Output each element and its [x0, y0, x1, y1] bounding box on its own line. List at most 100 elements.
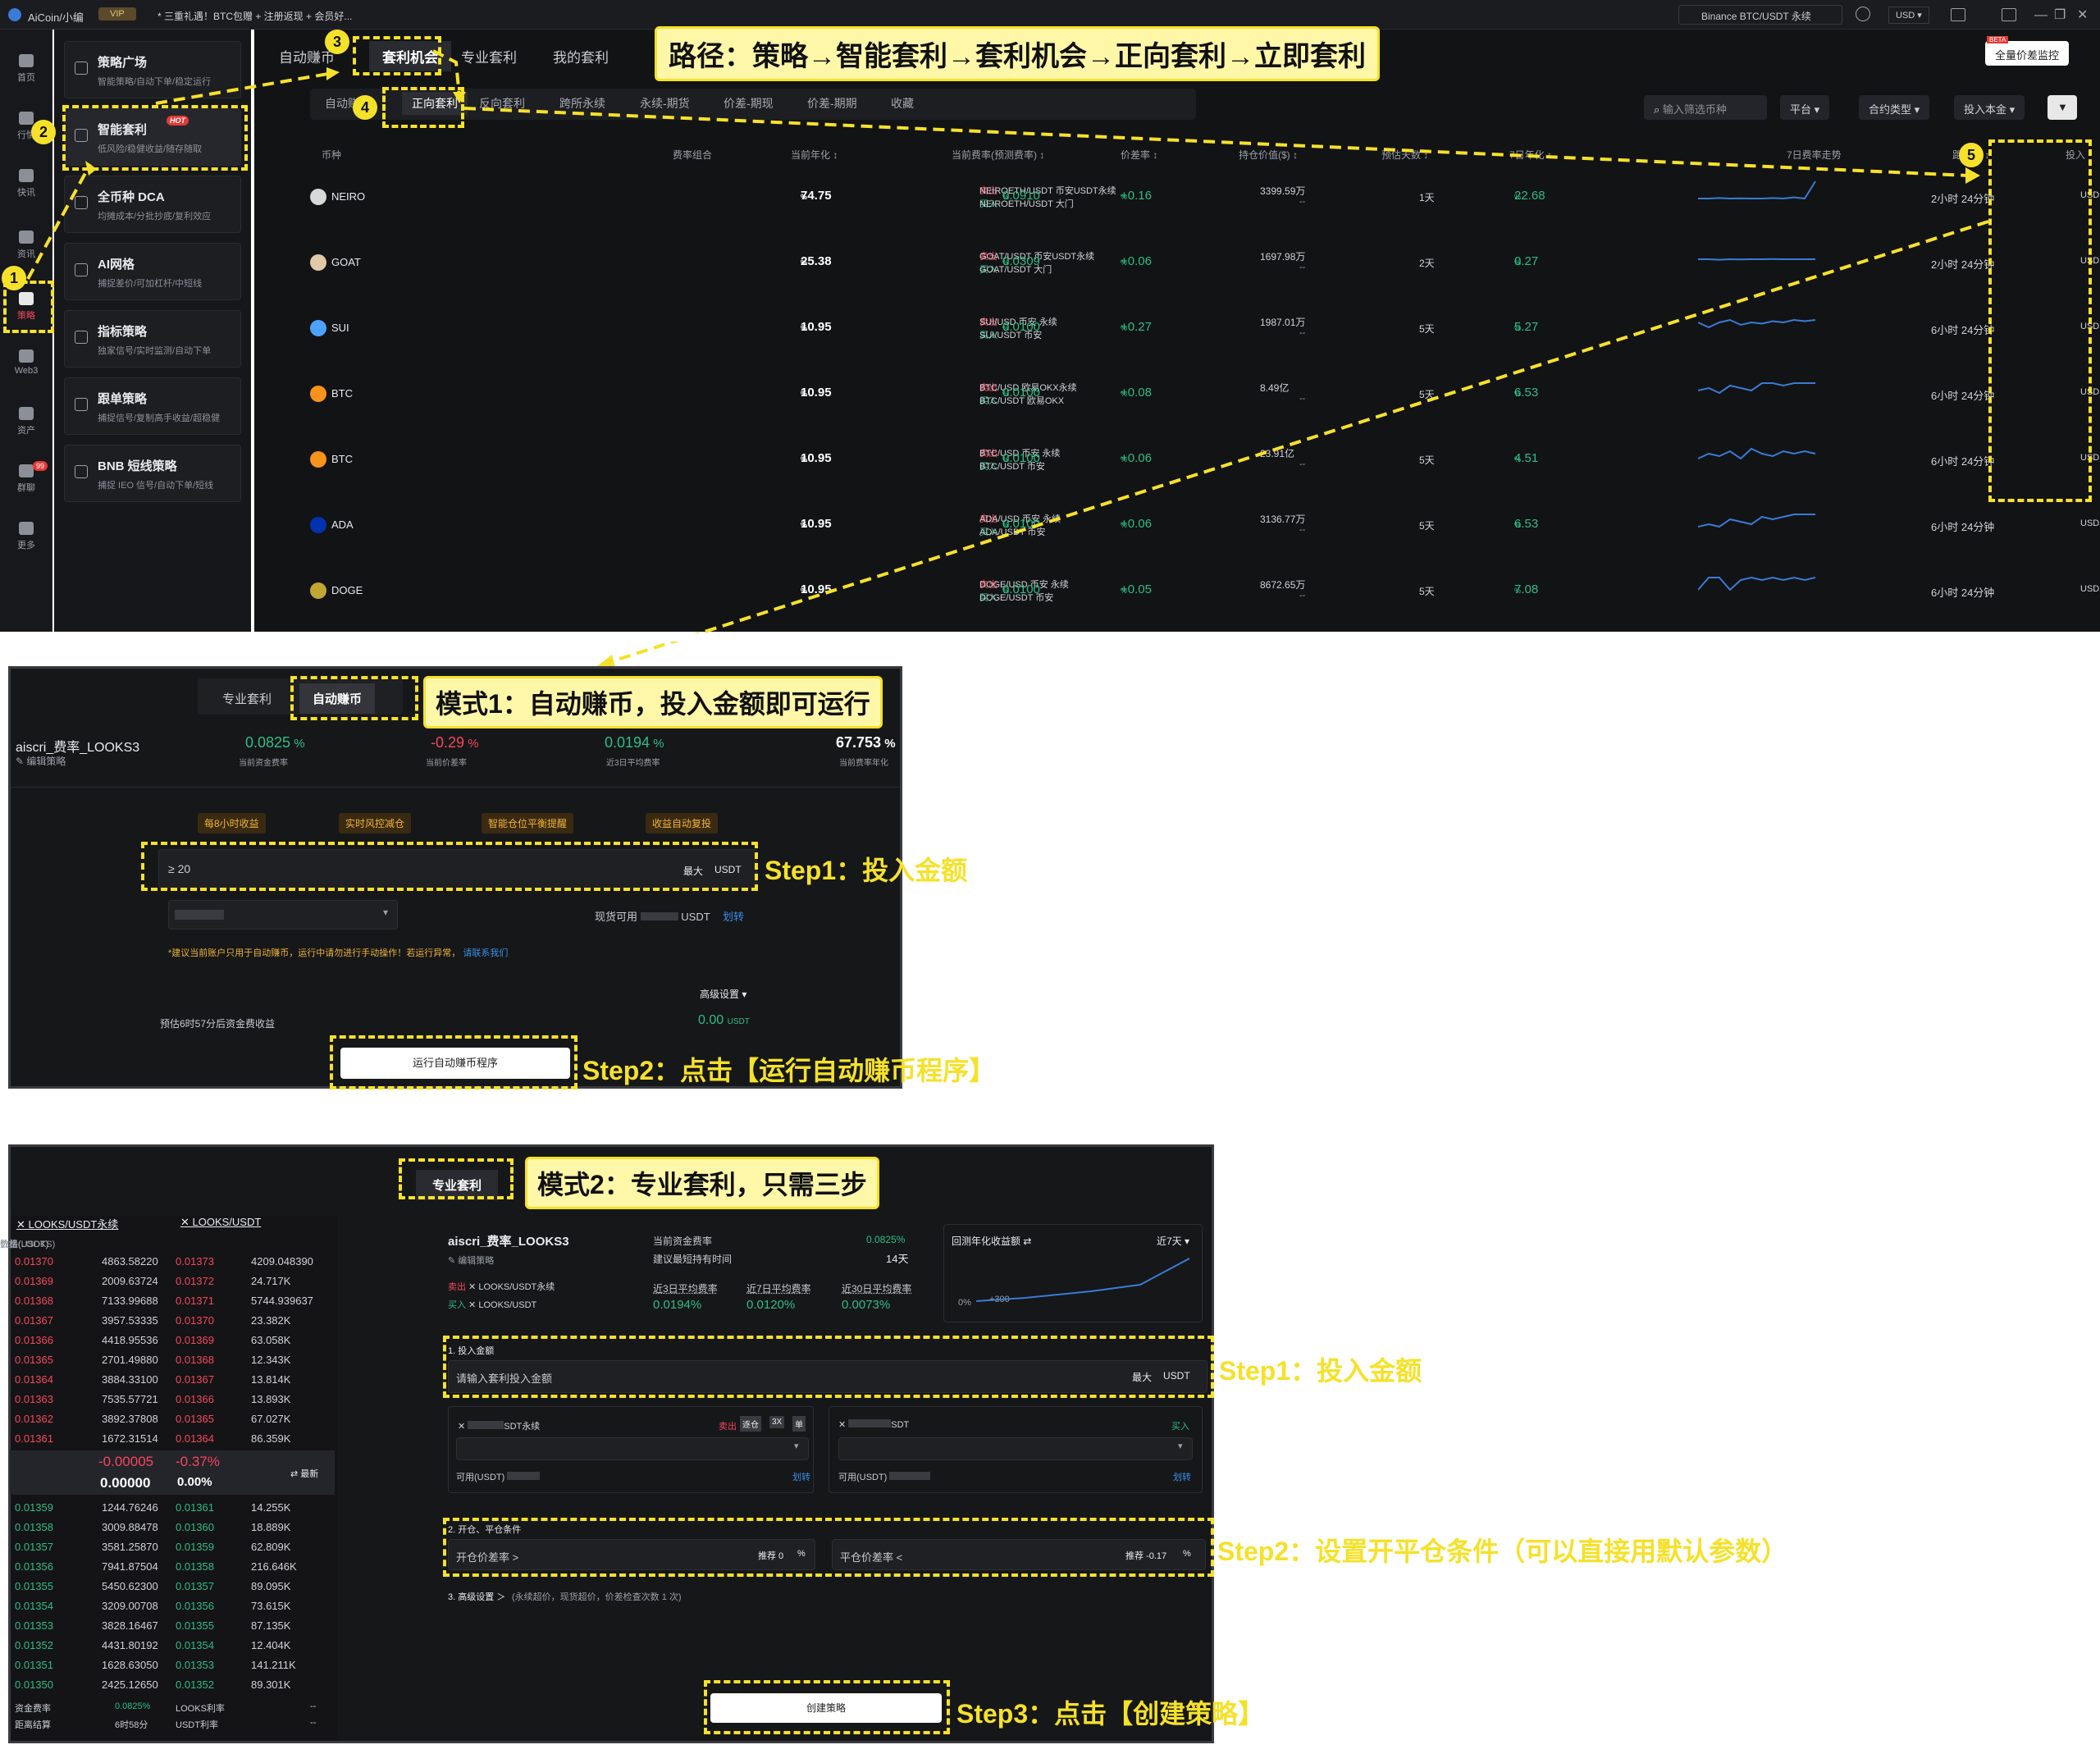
bid-cell: 5450.62300 — [102, 1580, 158, 1592]
bid-cell: 14.255K — [251, 1501, 291, 1514]
ask-cell: 3892.37808 — [102, 1413, 158, 1425]
ask-cell: 0.01368 — [15, 1295, 53, 1307]
mode2-edit[interactable]: ✎ 编辑策略 — [448, 1254, 494, 1267]
leg-a-pair: ✕ SDT永续 — [458, 1421, 541, 1432]
avg-rate-label: 近3日平均费率 — [653, 1283, 718, 1295]
book-footer-cell: 0.0825% — [115, 1701, 151, 1711]
ask-cell: 4863.58220 — [102, 1255, 158, 1267]
mode1-edit[interactable]: ✎ 编辑策略 — [16, 754, 66, 768]
mode1-advanced[interactable]: 高级设置 ▾ — [700, 987, 746, 1001]
ask-cell: 7535.57721 — [102, 1393, 158, 1405]
book-pair-perp[interactable]: ✕ LOOKS/USDT永续 — [16, 1216, 118, 1231]
ask-cell: 23.382K — [251, 1314, 291, 1327]
leg-a-side: 卖出 — [719, 1422, 737, 1432]
feature-tag-0: 每8小时收益 — [198, 813, 266, 834]
highlight-run-button — [330, 1035, 578, 1089]
bid-cell: 0.01358 — [15, 1521, 53, 1533]
book-footer-cell: 资金费率 — [15, 1704, 51, 1714]
book-footer-cell: LOOKS利率 — [176, 1704, 225, 1714]
ask-cell: 0.01364 — [176, 1432, 214, 1445]
backtest-title[interactable]: 回测年化收益额 ⇄ — [952, 1234, 1031, 1248]
bid-cell: 0.01359 — [176, 1541, 214, 1553]
mode1-stat-3-label: 当前费率年化 — [839, 759, 888, 768]
mid-val: 0.00000 — [100, 1475, 151, 1491]
bid-cell: 3581.25870 — [102, 1541, 158, 1553]
ask-cell: 0.01367 — [176, 1373, 214, 1386]
book-mid — [10, 1450, 335, 1495]
mode1-step2-label: Step2：点击【运行自动赚币程序】 — [582, 1056, 996, 1085]
ask-cell: 0.01365 — [176, 1413, 214, 1425]
ask-cell: 0.01361 — [15, 1432, 53, 1445]
mode1-divider — [11, 787, 900, 788]
contact-link[interactable]: 请联系我们 — [463, 948, 508, 958]
ask-cell: 4418.95536 — [102, 1334, 158, 1346]
ask-cell: 0.01363 — [15, 1393, 53, 1405]
leg-b-side: 买入 — [1171, 1422, 1189, 1432]
mode1-tab-pro[interactable]: 专业套利 — [222, 690, 272, 707]
ask-cell: 0.01370 — [176, 1314, 214, 1327]
book-pair-spot[interactable]: ✕ LOOKS/USDT — [180, 1216, 261, 1229]
bid-cell: 4431.80192 — [102, 1639, 158, 1651]
mode2-leg-buy: 买入 ✕ LOOKS/USDT — [448, 1300, 537, 1310]
bid-cell: 0.01353 — [15, 1619, 53, 1632]
ask-cell: 0.01364 — [15, 1373, 53, 1386]
bid-cell: 62.809K — [251, 1541, 291, 1553]
ask-cell: 7133.99688 — [102, 1295, 158, 1307]
backtest-range[interactable]: 近7天 ▾ — [1157, 1234, 1189, 1248]
bid-cell: 0.01357 — [15, 1541, 53, 1553]
leg-a-cross[interactable]: 逐仓 — [740, 1416, 761, 1432]
ask-cell: 2701.49880 — [102, 1354, 158, 1366]
bid-cell: 1628.63050 — [102, 1659, 158, 1671]
ask-cell: 0.01370 — [15, 1255, 53, 1267]
bid-cell: 0.01354 — [176, 1639, 214, 1651]
bid-cell: 0.01356 — [15, 1560, 53, 1573]
ask-cell: 0.01366 — [15, 1334, 53, 1346]
mid-val-pct: 0.00% — [177, 1475, 212, 1489]
feature-tag-3: 收益自动复投 — [646, 813, 719, 834]
mid-pct: -0.37% — [176, 1454, 220, 1469]
cur-rate-label: 当前资金费率 — [653, 1235, 713, 1247]
mode1-stat-0: 0.0825 % — [245, 734, 305, 751]
bid-cell: 0.01353 — [176, 1659, 214, 1671]
leg-a-chevron-icon: ▾ — [794, 1441, 799, 1451]
book-header: 数量(LOOKS) — [0, 1240, 56, 1249]
ask-cell: 0.01372 — [176, 1275, 214, 1287]
mode1-transfer-link[interactable]: 划转 — [723, 908, 744, 924]
highlight-mode2-conditions — [443, 1518, 1214, 1577]
feature-tag-1: 实时风控减仓 — [339, 813, 412, 834]
mode1-stat-1: -0.29 % — [431, 734, 479, 751]
chevron-down-icon: ▾ — [383, 907, 389, 918]
mode2-leg-sell: 卖出 ✕ LOOKS/USDT永续 — [448, 1282, 555, 1292]
leg-b-account-select[interactable] — [838, 1437, 1193, 1460]
section-3-title[interactable]: 3. 高级设置 ＞ — [448, 1590, 505, 1603]
mode1-stat-1-label: 当前价差率 — [426, 759, 467, 768]
hold-label: 建议最短持有时间 — [653, 1254, 733, 1265]
mode1-stat-3: 67.753 % — [836, 734, 896, 751]
bid-cell: 0.01350 — [15, 1679, 53, 1691]
leg-b-transfer[interactable]: 划转 — [1173, 1470, 1191, 1483]
book-footer-cell: 距离结算 — [15, 1720, 51, 1730]
avg-rate-label: 近30日平均费率 — [842, 1283, 912, 1295]
mode1-stat-2-label: 近3日平均费率 — [606, 759, 660, 768]
bid-cell: 3828.16467 — [102, 1619, 158, 1632]
separator-2 — [0, 1116, 2100, 1124]
mode2-strategy-name: aiscri_费率_LOOKS3 — [448, 1235, 569, 1249]
leg-a-transfer[interactable]: 划转 — [792, 1470, 810, 1483]
leg-a-lev[interactable]: 3X — [769, 1416, 785, 1428]
latest-toggle[interactable]: ⇄ 最新 — [290, 1467, 318, 1480]
leg-a-avail: 可用(USDT) — [456, 1470, 541, 1483]
ask-cell: 5744.939637 — [251, 1295, 313, 1307]
bid-cell: 0.01355 — [15, 1580, 53, 1592]
bid-cell: 12.404K — [251, 1639, 291, 1651]
leg-a-single[interactable]: 单 — [792, 1416, 806, 1432]
ask-cell: 67.027K — [251, 1413, 291, 1425]
bid-cell: 89.301K — [251, 1679, 291, 1691]
book-footer-cell: -- — [310, 1701, 317, 1711]
avg-rate-value: 0.0194% — [653, 1298, 702, 1312]
cur-rate-value: 0.0825% — [866, 1234, 906, 1245]
bid-cell: 0.01360 — [176, 1521, 214, 1533]
ask-cell: 24.717K — [251, 1275, 291, 1287]
leg-a-account-select[interactable] — [456, 1437, 809, 1460]
bid-cell: 3009.88478 — [102, 1521, 158, 1533]
bid-cell: 0.01358 — [176, 1560, 214, 1573]
